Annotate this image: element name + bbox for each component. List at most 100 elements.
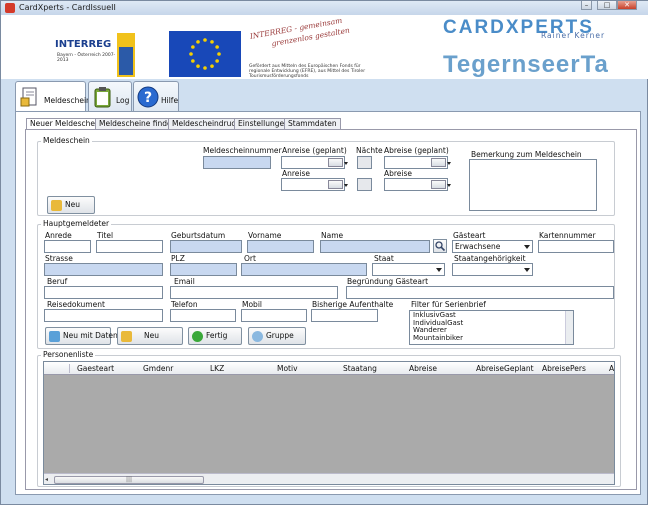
col-staatang[interactable]: Staatang <box>343 364 377 373</box>
filter-item[interactable]: Mountainbiker <box>413 334 570 343</box>
chevron-down-icon <box>436 268 442 272</box>
serienbrief-filter-list[interactable]: InklusivGast IndividualGast Wanderer Mou… <box>409 310 574 345</box>
neu-mit-daten-button[interactable]: Neu mit Daten <box>45 327 118 345</box>
calendar-icon[interactable] <box>328 180 348 189</box>
eu-star-icon <box>191 59 195 63</box>
calendar-icon[interactable] <box>328 158 348 167</box>
search-icon <box>435 241 446 252</box>
kartennummer-label: Kartennummer <box>539 231 596 240</box>
svg-text:?: ? <box>144 90 152 106</box>
maximize-button[interactable]: □ <box>597 1 617 10</box>
window-title: CardXperts - CardIssueII <box>19 3 116 12</box>
abreise-label: Abreise <box>384 169 413 178</box>
staat-dropdown[interactable] <box>372 263 445 276</box>
scroll-thumb[interactable]: ||| <box>54 476 204 484</box>
meldeschein-neu-button[interactable]: Neu <box>47 196 95 214</box>
ort-label: Ort <box>244 254 256 263</box>
beruf-label: Beruf <box>47 277 68 286</box>
chevron-down-icon <box>524 268 530 272</box>
strasse-field[interactable] <box>44 263 163 276</box>
close-button[interactable]: ✕ <box>617 1 637 10</box>
email-field[interactable] <box>170 286 338 299</box>
tab-hilfe[interactable]: ? Hilfe <box>133 81 179 111</box>
naechte-field[interactable] <box>357 156 372 169</box>
reisedokument-field[interactable] <box>44 309 163 322</box>
minimize-button[interactable]: – <box>581 1 592 10</box>
staatsangehoerigkeit-label: Staatangehörigkeit <box>454 254 526 263</box>
staatsangehoerigkeit-dropdown[interactable] <box>452 263 533 276</box>
anreise-geplant-date[interactable] <box>281 156 348 169</box>
neu-label: Neu <box>144 331 159 340</box>
tab-meldescheindruck[interactable]: Meldescheindruck <box>168 118 244 129</box>
meldeschein-neu-label: Neu <box>65 200 80 209</box>
add-person-icon <box>49 331 60 342</box>
eu-flag-icon <box>169 31 241 77</box>
vorname-field[interactable] <box>247 240 314 253</box>
name-label: Name <box>321 231 344 240</box>
anrede-label: Anrede <box>45 231 72 240</box>
calendar-icon[interactable] <box>431 158 451 167</box>
plz-field[interactable] <box>170 263 237 276</box>
beruf-field[interactable] <box>44 286 163 299</box>
col-gaesteart[interactable]: Gaesteart <box>77 364 114 373</box>
col-abreisegeplant[interactable]: AbreiseGeplant <box>476 364 534 373</box>
meldescheinnummer-label: Meldescheinnummer <box>203 146 282 155</box>
anreise-geplant-label: Anreise (geplant) <box>282 146 347 155</box>
ort-field[interactable] <box>241 263 367 276</box>
abreise-geplant-date[interactable] <box>384 156 451 169</box>
eu-star-icon <box>215 45 219 49</box>
gaesteart-label: Gästeart <box>453 231 486 240</box>
col-abreise[interactable]: Abreise <box>409 364 437 373</box>
scroll-left-icon[interactable]: ◂ <box>45 476 52 484</box>
name-field[interactable] <box>320 240 430 253</box>
geburtsdatum-label: Geburtsdatum <box>171 231 226 240</box>
bisherige-aufenthalte-label: Bisherige Aufenthalte <box>312 300 394 309</box>
personen-grid[interactable]: Gaesteart Gmdenr LKZ Motiv Staatang Abre… <box>43 361 615 485</box>
clipboard-icon <box>92 86 114 108</box>
tab-log[interactable]: Log <box>88 81 132 111</box>
filter-scrollbar[interactable] <box>565 311 573 344</box>
col-lkz[interactable]: LKZ <box>210 364 224 373</box>
col-abreisepers[interactable]: AbreisePers <box>542 364 586 373</box>
interreg-subtitle: Bayern - Österreich 2007-2013 <box>57 53 116 63</box>
region-map-inner <box>119 47 133 75</box>
staat-label: Staat <box>374 254 394 263</box>
bemerkung-textarea[interactable] <box>469 159 597 211</box>
telefon-field[interactable] <box>170 309 236 322</box>
begruendung-field[interactable] <box>346 286 614 299</box>
gaesteart-dropdown[interactable]: Erwachsene <box>452 240 533 253</box>
kartennummer-field[interactable] <box>538 240 614 253</box>
gruppe-button[interactable]: Gruppe <box>248 327 306 345</box>
abreise-date[interactable] <box>384 178 451 191</box>
reisedokument-label: Reisedokument <box>47 300 105 309</box>
eu-star-icon <box>189 52 193 56</box>
neu-button[interactable]: Neu <box>117 327 183 345</box>
row-header-corner <box>46 364 70 373</box>
calendar-icon[interactable] <box>431 180 451 189</box>
geburtsdatum-field[interactable] <box>170 240 242 253</box>
naechte-actual-field[interactable] <box>357 178 372 191</box>
search-guest-button[interactable] <box>433 239 447 253</box>
col-motiv[interactable]: Motiv <box>277 364 298 373</box>
mobil-field[interactable] <box>241 309 307 322</box>
anreise-date[interactable] <box>281 178 348 191</box>
col-gmdenr[interactable]: Gmdenr <box>143 364 173 373</box>
grid-horizontal-scrollbar[interactable]: ◂ ||| <box>44 473 614 484</box>
fertig-button[interactable]: Fertig <box>188 327 242 345</box>
new-document-icon <box>51 200 62 211</box>
titel-label: Titel <box>97 231 114 240</box>
gruppe-label: Gruppe <box>266 331 294 340</box>
eu-star-icon <box>191 45 195 49</box>
titel-field[interactable] <box>96 240 163 253</box>
meldescheinnummer-field[interactable] <box>203 156 271 169</box>
col-an[interactable]: An <box>609 364 614 373</box>
help-icon: ? <box>137 86 159 108</box>
strasse-label: Strasse <box>45 254 73 263</box>
app-icon <box>5 3 15 13</box>
bisherige-aufenthalte-field[interactable] <box>311 309 378 322</box>
tab-stammdaten[interactable]: Stammdaten <box>284 118 341 129</box>
gaesteart-value: Erwachsene <box>455 242 501 251</box>
bemerkung-label: Bemerkung zum Meldeschein <box>471 150 582 159</box>
anrede-field[interactable] <box>44 240 91 253</box>
tab-meldeschein[interactable]: Meldeschein <box>15 81 91 112</box>
